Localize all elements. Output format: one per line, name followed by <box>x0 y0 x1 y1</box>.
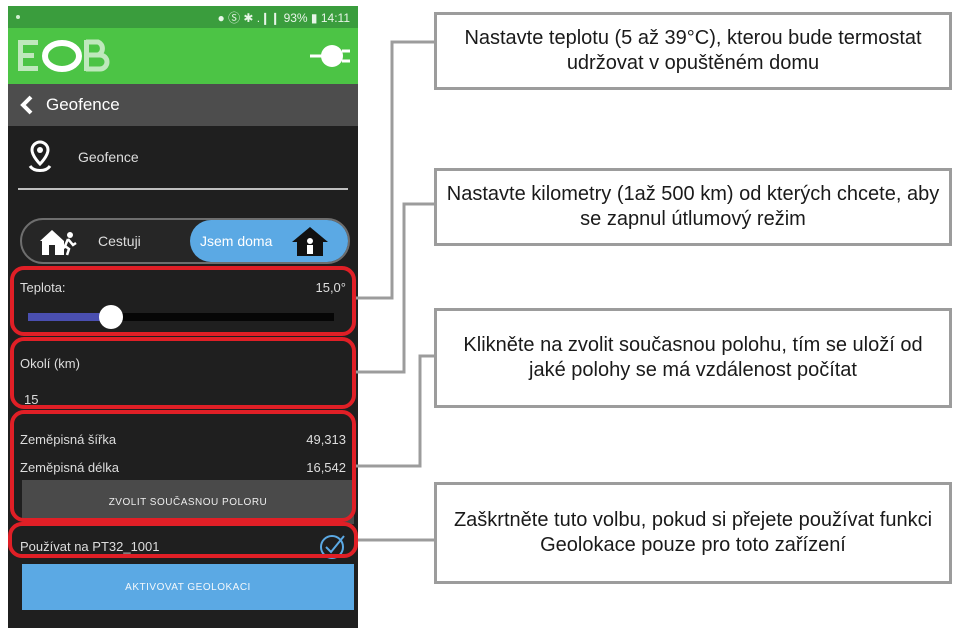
mode-option-home[interactable]: Jsem doma <box>190 220 348 262</box>
divider <box>18 188 348 190</box>
status-bar: ● Ⓢ ✱ .❙❙ 93% ▮ 14:11 <box>8 6 358 28</box>
toolbar-title: Geofence <box>46 95 120 114</box>
highlight-radius <box>10 337 356 409</box>
screen-toolbar: Geofence <box>8 84 358 126</box>
mode-option-travelling[interactable]: Cestuji <box>22 220 190 262</box>
callout-radius: Nastavte kilometry (1až 500 km) od který… <box>434 168 952 246</box>
house-home-icon <box>292 227 329 256</box>
callout-temperature: Nastavte teplotu (5 až 39°C), kterou bud… <box>434 12 952 90</box>
notification-dot-icon <box>16 15 20 19</box>
callout-device: Zaškrtněte tuto volbu, pokud si přejete … <box>434 482 952 584</box>
plug-icon[interactable] <box>310 40 350 72</box>
house-leaving-icon <box>40 230 77 256</box>
callout-location: Klikněte na zvolit současnou polohu, tím… <box>434 308 952 408</box>
app-header <box>8 28 358 84</box>
mode-toggle[interactable]: Cestuji Jsem doma <box>20 218 350 264</box>
status-bar-indicators: ● Ⓢ ✱ .❙❙ 93% ▮ 14:11 <box>217 10 350 25</box>
mode-label-travelling: Cestuji <box>98 233 141 249</box>
highlight-device <box>8 522 358 558</box>
highlight-coordinates <box>10 410 356 522</box>
highlight-temperature <box>10 266 356 336</box>
back-arrow-icon[interactable] <box>8 84 46 126</box>
activate-geolocation-button[interactable]: AKTIVOVAT GEOLOKACI <box>22 564 354 610</box>
location-pin-icon <box>22 137 58 177</box>
eob-logo <box>18 39 110 72</box>
mode-label-home: Jsem doma <box>200 233 273 249</box>
geofence-header-row: Geofence <box>8 132 358 182</box>
geofence-label: Geofence <box>78 149 139 165</box>
